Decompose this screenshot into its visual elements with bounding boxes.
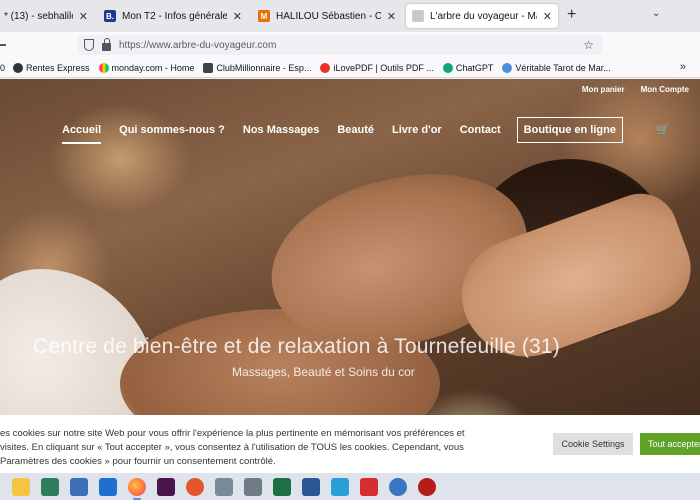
cart-link[interactable]: Mon panier	[582, 85, 625, 94]
excel-icon[interactable]	[273, 477, 291, 496]
bookmark-label: Rentes Express	[26, 62, 90, 73]
bookmark-label: Véritable Tarot de Mar...	[515, 62, 611, 73]
accept-all-button[interactable]: Tout accepter	[640, 433, 700, 455]
star-icon[interactable]: ☆	[583, 38, 594, 52]
document-icon	[203, 62, 214, 73]
hero-title: Centre de bien-être et de relaxation à T…	[33, 335, 560, 358]
app-red-icon[interactable]	[360, 477, 378, 496]
tab-arbre-du-voyageur[interactable]: L'arbre du voyageur - Massage ✕	[406, 4, 558, 28]
heart-icon	[320, 62, 331, 73]
shield-icon[interactable]	[84, 39, 94, 51]
tab-gmail[interactable]: * (13) - sebhalilou@ ✕	[0, 4, 94, 28]
cookie-settings-button[interactable]: Cookie Settings	[553, 433, 633, 455]
bookmark-label: iLovePDF | Outils PDF ...	[333, 62, 434, 73]
bookmark-ilovepdf[interactable]: iLovePDF | Outils PDF ...	[320, 62, 434, 73]
tab-label: HALILOU Sébastien - Coaching	[276, 10, 381, 22]
bookmark-label: monday.com - Home	[111, 62, 195, 73]
chrome-icon[interactable]	[389, 477, 407, 496]
tab-mon-t2[interactable]: B. Mon T2 - Infos générales ✕	[98, 4, 248, 28]
hero-subtitle: Massages, Beauté et Soins du cor	[232, 365, 415, 379]
slack-icon[interactable]	[157, 477, 175, 496]
bookmark-label: ClubMillionnaire - Esp...	[216, 62, 312, 73]
bookmark-label: ChatGPT	[455, 62, 494, 73]
account-links: Mon panier Mon Compte	[582, 85, 689, 94]
store-icon[interactable]	[215, 477, 233, 496]
bittorrent-icon[interactable]	[186, 477, 204, 496]
photo-icon[interactable]	[418, 477, 436, 496]
lock-icon[interactable]	[102, 37, 111, 51]
cart-icon[interactable]: 🛒	[656, 123, 670, 136]
excel-gx-icon[interactable]	[41, 477, 59, 496]
bookmark-icon	[13, 62, 24, 73]
cookie-message: es cookies sur notre site Web pour vous …	[0, 427, 530, 469]
firefox-icon[interactable]	[128, 477, 146, 500]
tab-label: * (13) - sebhalilou@	[4, 10, 73, 22]
nav-nos-massages[interactable]: Nos Massages	[243, 124, 319, 136]
nav-contact[interactable]: Contact	[460, 124, 501, 136]
new-tab-button[interactable]: +	[567, 6, 576, 24]
cookie-banner: es cookies sur notre site Web pour vous …	[0, 415, 700, 473]
site-icon	[412, 10, 424, 22]
bookmark-monday[interactable]: monday.com - Home	[98, 62, 195, 73]
chatgpt-icon	[442, 62, 453, 73]
cookie-line: es cookies sur notre site Web pour vous …	[0, 428, 465, 439]
url-bar[interactable]: https://www.arbre-du-voyageur.com ☆	[78, 35, 602, 55]
bookmark-rentes-express[interactable]: Rentes Express	[13, 62, 90, 73]
navigation-bar: https://www.arbre-du-voyageur.com ☆	[0, 32, 700, 58]
close-icon[interactable]: ✕	[543, 10, 552, 23]
browser-tab-strip: * (13) - sebhalilou@ ✕ B. Mon T2 - Infos…	[0, 0, 700, 32]
b-logo-icon: B.	[104, 10, 116, 22]
account-link[interactable]: Mon Compte	[641, 85, 689, 94]
url-text[interactable]: https://www.arbre-du-voyageur.com	[119, 40, 276, 51]
more-bookmarks-button[interactable]: »	[680, 61, 686, 73]
close-icon[interactable]: ✕	[387, 10, 396, 23]
tab-halilou[interactable]: M HALILOU Sébastien - Coaching ✕	[252, 4, 402, 28]
computer-icon[interactable]	[70, 477, 88, 496]
cookie-line: Paramètres des cookies » pour fournir un…	[0, 456, 276, 467]
file-explorer-icon[interactable]	[12, 477, 30, 496]
nav-livre-dor[interactable]: Livre d'or	[392, 124, 442, 136]
close-icon[interactable]: ✕	[79, 10, 88, 23]
taskbar	[0, 473, 700, 500]
globe-icon	[502, 62, 513, 73]
settings-icon[interactable]	[244, 477, 262, 496]
tab-label: L'arbre du voyageur - Massage	[430, 10, 537, 22]
nav-beaute[interactable]: Beauté	[337, 124, 374, 136]
bookmarks-bar: 0 Rentes Express monday.com - Home ClubM…	[0, 58, 700, 78]
nav-accueil[interactable]: Accueil	[62, 124, 102, 144]
monday-icon	[98, 62, 109, 73]
tab-label: Mon T2 - Infos générales	[122, 10, 227, 22]
main-navigation: Accueil Qui sommes-nous ? Nos Massages B…	[62, 117, 623, 144]
m-logo-icon: M	[258, 10, 270, 22]
close-icon[interactable]: ✕	[233, 10, 242, 23]
bookmark-clubmillionnaire[interactable]: ClubMillionnaire - Esp...	[203, 62, 312, 73]
word-icon[interactable]	[302, 477, 320, 496]
nav-qui-sommes-nous[interactable]: Qui sommes-nous ?	[119, 124, 225, 136]
bookmark-chatgpt[interactable]: ChatGPT	[442, 62, 494, 73]
shop-button[interactable]: Boutique en ligne	[516, 117, 623, 143]
bookmark-tarot[interactable]: Véritable Tarot de Mar...	[502, 62, 611, 73]
chevron-down-icon[interactable]: ⌄	[652, 8, 660, 19]
website-viewport: Mon panier Mon Compte Accueil Qui sommes…	[0, 79, 700, 473]
clipboard-icon[interactable]	[331, 477, 349, 496]
bookmark-0[interactable]: 0	[0, 63, 5, 73]
bookmark-label: 0	[0, 62, 6, 73]
cookie-line: visites. En cliquant sur « Tout accepter…	[0, 442, 464, 453]
mail-app-icon[interactable]	[99, 477, 117, 496]
back-icon[interactable]	[0, 44, 6, 46]
